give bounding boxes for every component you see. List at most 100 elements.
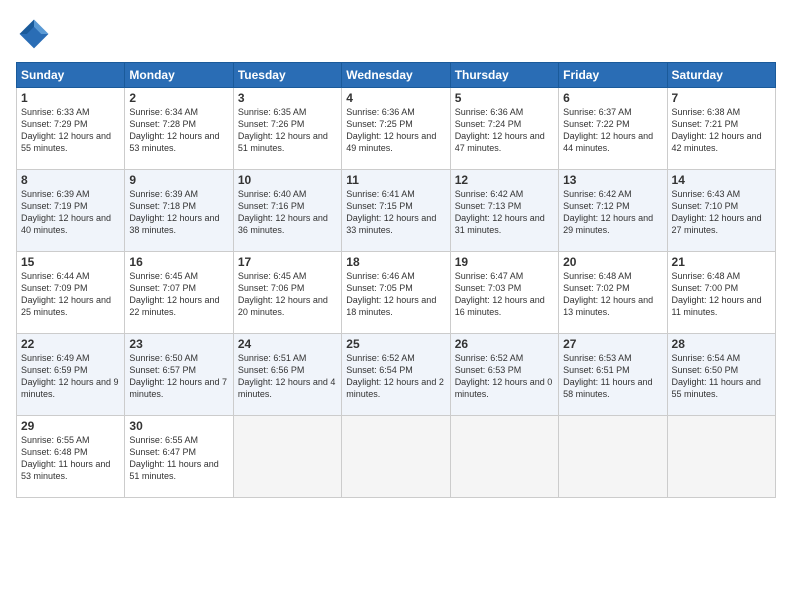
table-row: 1Sunrise: 6:33 AMSunset: 7:29 PMDaylight… [17,88,125,170]
table-row [233,416,341,498]
col-wednesday: Wednesday [342,63,450,88]
day-number: 22 [21,337,120,351]
day-number: 7 [672,91,771,105]
day-info: Sunrise: 6:55 AMSunset: 6:48 PMDaylight:… [21,434,120,483]
day-info: Sunrise: 6:37 AMSunset: 7:22 PMDaylight:… [563,106,662,155]
day-info: Sunrise: 6:35 AMSunset: 7:26 PMDaylight:… [238,106,337,155]
col-thursday: Thursday [450,63,558,88]
day-info: Sunrise: 6:36 AMSunset: 7:24 PMDaylight:… [455,106,554,155]
day-number: 17 [238,255,337,269]
day-number: 28 [672,337,771,351]
day-info: Sunrise: 6:48 AMSunset: 7:02 PMDaylight:… [563,270,662,319]
day-number: 21 [672,255,771,269]
day-info: Sunrise: 6:53 AMSunset: 6:51 PMDaylight:… [563,352,662,401]
day-number: 24 [238,337,337,351]
day-info: Sunrise: 6:34 AMSunset: 7:28 PMDaylight:… [129,106,228,155]
table-row: 19Sunrise: 6:47 AMSunset: 7:03 PMDayligh… [450,252,558,334]
table-row [559,416,667,498]
table-row: 18Sunrise: 6:46 AMSunset: 7:05 PMDayligh… [342,252,450,334]
logo [16,16,56,52]
day-info: Sunrise: 6:33 AMSunset: 7:29 PMDaylight:… [21,106,120,155]
header [16,16,776,52]
col-sunday: Sunday [17,63,125,88]
calendar-header-row: Sunday Monday Tuesday Wednesday Thursday… [17,63,776,88]
table-row: 5Sunrise: 6:36 AMSunset: 7:24 PMDaylight… [450,88,558,170]
day-number: 4 [346,91,445,105]
table-row: 14Sunrise: 6:43 AMSunset: 7:10 PMDayligh… [667,170,775,252]
table-row: 12Sunrise: 6:42 AMSunset: 7:13 PMDayligh… [450,170,558,252]
day-number: 8 [21,173,120,187]
table-row: 21Sunrise: 6:48 AMSunset: 7:00 PMDayligh… [667,252,775,334]
table-row: 11Sunrise: 6:41 AMSunset: 7:15 PMDayligh… [342,170,450,252]
table-row [667,416,775,498]
day-info: Sunrise: 6:45 AMSunset: 7:07 PMDaylight:… [129,270,228,319]
day-number: 5 [455,91,554,105]
table-row: 24Sunrise: 6:51 AMSunset: 6:56 PMDayligh… [233,334,341,416]
day-info: Sunrise: 6:55 AMSunset: 6:47 PMDaylight:… [129,434,228,483]
table-row: 17Sunrise: 6:45 AMSunset: 7:06 PMDayligh… [233,252,341,334]
table-row [450,416,558,498]
day-number: 1 [21,91,120,105]
day-number: 11 [346,173,445,187]
day-info: Sunrise: 6:45 AMSunset: 7:06 PMDaylight:… [238,270,337,319]
table-row: 22Sunrise: 6:49 AMSunset: 6:59 PMDayligh… [17,334,125,416]
page: Sunday Monday Tuesday Wednesday Thursday… [0,0,792,612]
day-number: 15 [21,255,120,269]
day-number: 13 [563,173,662,187]
table-row: 4Sunrise: 6:36 AMSunset: 7:25 PMDaylight… [342,88,450,170]
table-row: 30Sunrise: 6:55 AMSunset: 6:47 PMDayligh… [125,416,233,498]
day-info: Sunrise: 6:54 AMSunset: 6:50 PMDaylight:… [672,352,771,401]
day-info: Sunrise: 6:52 AMSunset: 6:54 PMDaylight:… [346,352,445,401]
table-row: 16Sunrise: 6:45 AMSunset: 7:07 PMDayligh… [125,252,233,334]
day-number: 23 [129,337,228,351]
day-number: 26 [455,337,554,351]
day-number: 14 [672,173,771,187]
table-row: 23Sunrise: 6:50 AMSunset: 6:57 PMDayligh… [125,334,233,416]
day-info: Sunrise: 6:52 AMSunset: 6:53 PMDaylight:… [455,352,554,401]
day-number: 29 [21,419,120,433]
calendar-week-row: 1Sunrise: 6:33 AMSunset: 7:29 PMDaylight… [17,88,776,170]
table-row: 8Sunrise: 6:39 AMSunset: 7:19 PMDaylight… [17,170,125,252]
table-row: 28Sunrise: 6:54 AMSunset: 6:50 PMDayligh… [667,334,775,416]
day-number: 25 [346,337,445,351]
logo-icon [16,16,52,52]
day-info: Sunrise: 6:44 AMSunset: 7:09 PMDaylight:… [21,270,120,319]
calendar-week-row: 22Sunrise: 6:49 AMSunset: 6:59 PMDayligh… [17,334,776,416]
day-info: Sunrise: 6:42 AMSunset: 7:13 PMDaylight:… [455,188,554,237]
table-row: 20Sunrise: 6:48 AMSunset: 7:02 PMDayligh… [559,252,667,334]
table-row: 3Sunrise: 6:35 AMSunset: 7:26 PMDaylight… [233,88,341,170]
calendar-week-row: 8Sunrise: 6:39 AMSunset: 7:19 PMDaylight… [17,170,776,252]
day-info: Sunrise: 6:36 AMSunset: 7:25 PMDaylight:… [346,106,445,155]
table-row: 9Sunrise: 6:39 AMSunset: 7:18 PMDaylight… [125,170,233,252]
table-row: 10Sunrise: 6:40 AMSunset: 7:16 PMDayligh… [233,170,341,252]
day-number: 18 [346,255,445,269]
day-info: Sunrise: 6:46 AMSunset: 7:05 PMDaylight:… [346,270,445,319]
table-row: 13Sunrise: 6:42 AMSunset: 7:12 PMDayligh… [559,170,667,252]
day-info: Sunrise: 6:38 AMSunset: 7:21 PMDaylight:… [672,106,771,155]
table-row: 7Sunrise: 6:38 AMSunset: 7:21 PMDaylight… [667,88,775,170]
day-info: Sunrise: 6:40 AMSunset: 7:16 PMDaylight:… [238,188,337,237]
day-info: Sunrise: 6:49 AMSunset: 6:59 PMDaylight:… [21,352,120,401]
day-info: Sunrise: 6:39 AMSunset: 7:18 PMDaylight:… [129,188,228,237]
day-number: 9 [129,173,228,187]
day-info: Sunrise: 6:43 AMSunset: 7:10 PMDaylight:… [672,188,771,237]
table-row: 6Sunrise: 6:37 AMSunset: 7:22 PMDaylight… [559,88,667,170]
day-info: Sunrise: 6:50 AMSunset: 6:57 PMDaylight:… [129,352,228,401]
table-row: 26Sunrise: 6:52 AMSunset: 6:53 PMDayligh… [450,334,558,416]
day-info: Sunrise: 6:41 AMSunset: 7:15 PMDaylight:… [346,188,445,237]
day-number: 10 [238,173,337,187]
col-monday: Monday [125,63,233,88]
col-friday: Friday [559,63,667,88]
col-tuesday: Tuesday [233,63,341,88]
table-row: 15Sunrise: 6:44 AMSunset: 7:09 PMDayligh… [17,252,125,334]
day-info: Sunrise: 6:42 AMSunset: 7:12 PMDaylight:… [563,188,662,237]
day-number: 30 [129,419,228,433]
day-info: Sunrise: 6:48 AMSunset: 7:00 PMDaylight:… [672,270,771,319]
day-info: Sunrise: 6:51 AMSunset: 6:56 PMDaylight:… [238,352,337,401]
day-number: 3 [238,91,337,105]
day-info: Sunrise: 6:39 AMSunset: 7:19 PMDaylight:… [21,188,120,237]
day-number: 27 [563,337,662,351]
day-info: Sunrise: 6:47 AMSunset: 7:03 PMDaylight:… [455,270,554,319]
table-row: 29Sunrise: 6:55 AMSunset: 6:48 PMDayligh… [17,416,125,498]
table-row: 2Sunrise: 6:34 AMSunset: 7:28 PMDaylight… [125,88,233,170]
